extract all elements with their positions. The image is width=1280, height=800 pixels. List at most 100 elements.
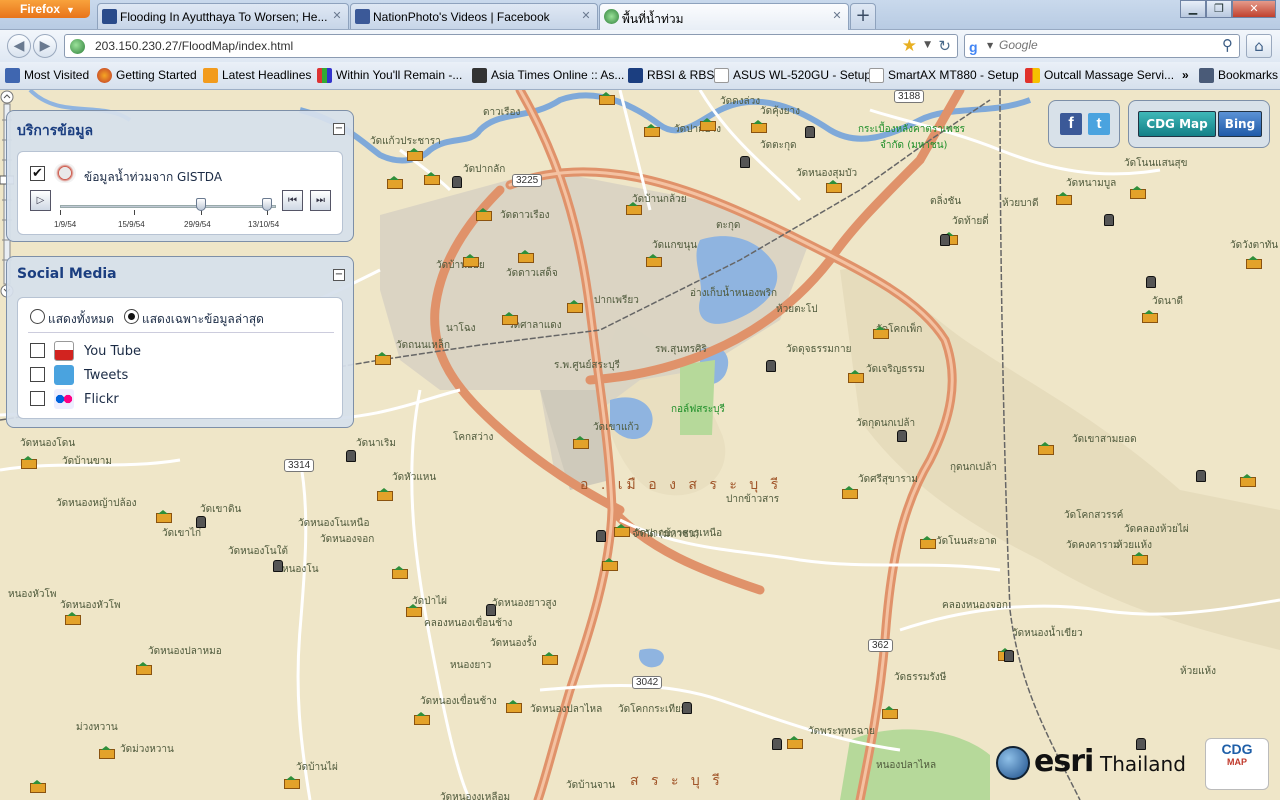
bookmarks-menu[interactable]: Bookmarks [1199,68,1278,83]
map-canvas[interactable]: ดาวเรือง วัดแก้วประชารา วัดปากลัก วัดดาว… [0,90,1280,800]
flickr-checkbox[interactable] [30,391,45,406]
temple-marker-icon[interactable] [406,604,422,617]
report-marker-icon[interactable] [897,430,907,442]
bookmark-outcall-massage[interactable]: Outcall Massage Servi... [1025,68,1174,83]
tab-nationphoto-facebook[interactable]: NationPhoto's Videos | Facebook ✕ [350,3,598,29]
temple-marker-icon[interactable] [842,486,858,499]
temple-marker-icon[interactable] [567,300,583,313]
temple-marker-icon[interactable] [1130,186,1146,199]
bookmark-most-visited[interactable]: Most Visited [5,68,89,83]
minimize-window-button[interactable]: ▁ [1180,0,1206,18]
temple-marker-icon[interactable] [375,352,391,365]
report-marker-icon[interactable] [273,560,283,572]
temple-marker-icon[interactable] [502,312,518,325]
date-range-end-handle[interactable] [262,198,272,211]
minimize-panel-button[interactable]: − [333,123,345,135]
report-marker-icon[interactable] [766,360,776,372]
report-marker-icon[interactable] [1146,276,1156,288]
temple-marker-icon[interactable] [1132,552,1148,565]
temple-marker-icon[interactable] [573,436,589,449]
temple-marker-icon[interactable] [476,208,492,221]
temple-marker-icon[interactable] [21,456,37,469]
report-marker-icon[interactable] [1004,650,1014,662]
twitter-share-icon[interactable]: t [1088,113,1110,135]
date-slider-track[interactable] [60,205,276,208]
temple-marker-icon[interactable] [136,662,152,675]
step-back-button[interactable]: ⏮ [282,190,303,211]
facebook-share-icon[interactable]: f [1060,113,1082,135]
tab-flood-area[interactable]: พื้นที่น้ำท่วม ✕ [599,3,849,30]
temple-marker-icon[interactable] [506,700,522,713]
bookmark-within-youll-remain[interactable]: Within You'll Remain -... [317,68,462,83]
temple-marker-icon[interactable] [377,488,393,501]
show-all-radio[interactable] [30,309,45,324]
temple-marker-icon[interactable] [518,250,534,263]
temple-marker-icon[interactable] [644,124,660,137]
search-box[interactable]: g ▼ ⚲ [964,34,1240,58]
bookmarks-overflow-chevron[interactable]: » [1182,68,1189,82]
youtube-checkbox[interactable] [30,343,45,358]
bing-map-button[interactable]: Bing [1218,111,1262,137]
home-button[interactable]: ⌂ [1246,34,1272,58]
report-marker-icon[interactable] [596,530,606,542]
temple-marker-icon[interactable] [542,652,558,665]
close-icon[interactable]: ✕ [330,9,344,23]
play-button[interactable]: ▷ [30,190,51,211]
gistda-layer-checkbox[interactable]: ✔ [30,166,45,181]
report-marker-icon[interactable] [486,604,496,616]
bookmark-latest-headlines[interactable]: Latest Headlines [203,68,311,83]
history-dropdown-icon[interactable]: ▼ [924,40,931,50]
temple-marker-icon[interactable] [414,712,430,725]
cdg-map-button[interactable]: CDG Map [1138,111,1216,137]
report-marker-icon[interactable] [740,156,750,168]
reload-icon[interactable]: ↻ [938,37,951,55]
temple-marker-icon[interactable] [1142,310,1158,323]
report-marker-icon[interactable] [452,176,462,188]
bookmark-smartax-setup[interactable]: SmartAX MT880 - Setup [869,68,1019,83]
temple-marker-icon[interactable] [751,120,767,133]
temple-marker-icon[interactable] [826,180,842,193]
temple-marker-icon[interactable] [599,92,615,105]
show-latest-radio[interactable] [124,309,139,324]
report-marker-icon[interactable] [196,516,206,528]
temple-marker-icon[interactable] [30,780,46,793]
report-marker-icon[interactable] [346,450,356,462]
temple-marker-icon[interactable] [284,776,300,789]
firefox-menu-button[interactable]: Firefox ▼ [0,0,90,18]
temple-marker-icon[interactable] [920,536,936,549]
bookmark-asia-times[interactable]: Asia Times Online :: As... [472,68,624,83]
site-identity-icon[interactable] [70,39,85,54]
tweets-checkbox[interactable] [30,367,45,382]
restore-window-button[interactable]: ❐ [1206,0,1232,18]
report-marker-icon[interactable] [805,126,815,138]
date-range-start-handle[interactable] [196,198,206,211]
close-window-button[interactable]: ✕ [1232,0,1276,18]
report-marker-icon[interactable] [1196,470,1206,482]
new-tab-button[interactable]: + [850,3,876,29]
temple-marker-icon[interactable] [407,148,423,161]
bookmark-star-icon[interactable]: ★ [902,36,917,56]
report-marker-icon[interactable] [682,702,692,714]
close-icon[interactable]: ✕ [579,9,593,23]
temple-marker-icon[interactable] [424,172,440,185]
search-input[interactable] [999,38,1199,52]
google-engine-icon[interactable]: g [969,39,985,55]
tab-flooding-ayutthaya[interactable]: Flooding In Ayutthaya To Worsen; He... ✕ [97,3,349,29]
temple-marker-icon[interactable] [65,612,81,625]
temple-marker-icon[interactable] [463,254,479,267]
close-icon[interactable]: ✕ [830,9,844,23]
report-marker-icon[interactable] [1136,738,1146,750]
temple-marker-icon[interactable] [392,566,408,579]
back-button[interactable]: ◀ [7,34,31,58]
bookmark-rbsi[interactable]: RBSI & RBS [628,68,714,83]
report-marker-icon[interactable] [772,738,782,750]
bookmark-asus-setup[interactable]: ASUS WL-520GU - Setup [714,68,871,83]
temple-marker-icon[interactable] [1038,442,1054,455]
temple-marker-icon[interactable] [787,736,803,749]
temple-marker-icon[interactable] [626,202,642,215]
temple-marker-icon[interactable] [700,118,716,131]
temple-marker-icon[interactable] [646,254,662,267]
temple-marker-icon[interactable] [614,524,630,537]
search-icon[interactable]: ⚲ [1222,36,1233,54]
temple-marker-icon[interactable] [882,706,898,719]
